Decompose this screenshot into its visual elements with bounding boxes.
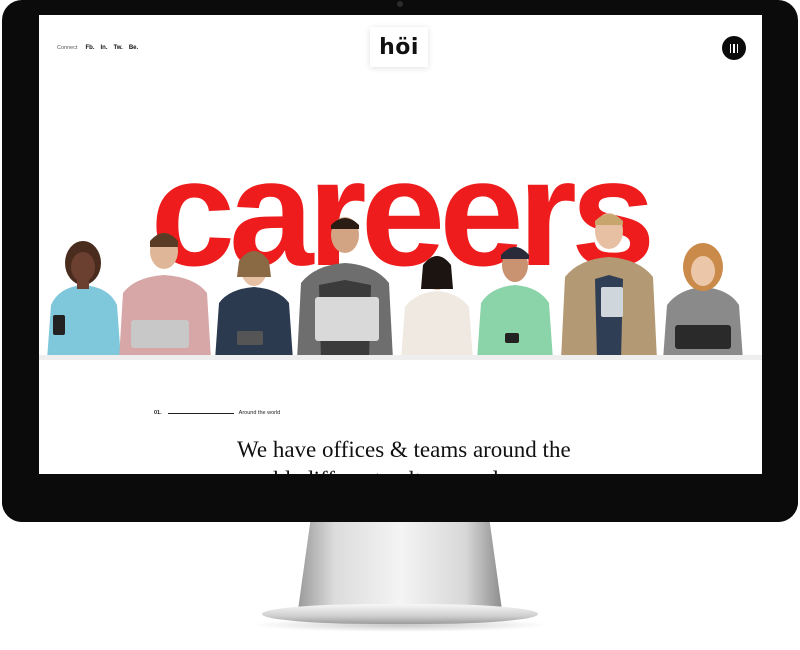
people-photo [47, 213, 743, 360]
person-figure [477, 247, 553, 360]
site-logo[interactable]: höi [370, 27, 428, 67]
person-figure [215, 251, 293, 360]
section-headline: We have offices & teams around the world… [237, 435, 657, 474]
section-title: Around the world [238, 410, 281, 416]
social-link-facebook[interactable]: Fb. [86, 45, 95, 51]
monitor-base [262, 604, 538, 624]
section-label: 01. Around the world [154, 410, 280, 416]
social-link-twitter[interactable]: Tw. [114, 45, 123, 51]
person-figure [663, 243, 743, 360]
social-nav: Connect Fb. In. Tw. Be. [57, 45, 138, 51]
social-link-behance[interactable]: Be. [129, 45, 138, 51]
person-figure [401, 256, 473, 360]
headline-line-1: We have offices & teams around the [237, 437, 571, 462]
camera-icon [397, 1, 403, 7]
person-figure [561, 213, 657, 360]
imac-mockup: Connect Fb. In. Tw. Be. höi careers 01. … [0, 0, 800, 650]
hero-floor [39, 355, 762, 360]
person-figure [297, 217, 393, 360]
hero-banner: careers [39, 155, 762, 360]
person-figure [119, 233, 211, 360]
website-screen: Connect Fb. In. Tw. Be. höi careers 01. … [39, 15, 762, 474]
headline-line-2: world, different cultures and [237, 465, 657, 474]
section-number: 01. [154, 410, 162, 416]
menu-icon [729, 43, 739, 53]
menu-button[interactable] [722, 36, 746, 60]
person-figure [47, 241, 121, 360]
social-link-instagram[interactable]: In. [101, 45, 108, 51]
connect-label: Connect [57, 45, 78, 51]
monitor-stand [298, 522, 502, 610]
section-divider [167, 412, 234, 414]
monitor-chin [2, 474, 798, 522]
